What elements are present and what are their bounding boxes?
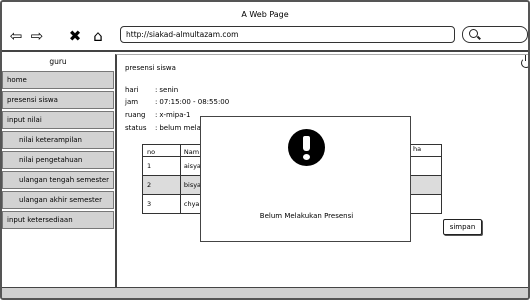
info-label: jam: [125, 98, 139, 106]
info-value: senin: [159, 86, 179, 94]
browser-toolbar: A Web Page ⇦ ⇨ ✖ ⌂ http://siakad-almulta…: [2, 2, 528, 52]
home-icon[interactable]: ⌂: [90, 28, 106, 43]
sidebar-item-input-nilai[interactable]: input nilai: [2, 111, 114, 129]
window-title: A Web Page: [241, 10, 289, 19]
exclamation-dot: [303, 154, 310, 160]
info-separator: :: [155, 86, 158, 94]
sidebar-item-uts[interactable]: ulangan tengah semester: [2, 171, 114, 189]
alert-modal: Belum Melakukan Presensi: [200, 116, 411, 242]
sidebar-item-uas[interactable]: ulangan akhir semester: [2, 191, 114, 209]
cell-no: 1: [143, 157, 181, 176]
info-label: hari: [125, 86, 139, 94]
sidebar-title: guru: [49, 57, 67, 66]
status-bar: [2, 287, 528, 298]
info-separator: :: [155, 111, 158, 119]
info-label: status: [125, 124, 147, 132]
sidebar-item-input-ketersediaan[interactable]: input ketersediaan: [2, 211, 114, 229]
sidebar-item-nilai-pengetahuan[interactable]: nilai pengetahuan: [2, 151, 114, 169]
col-header-presensi: ha: [413, 145, 422, 153]
arrow-left-icon[interactable]: ⇦: [8, 28, 24, 43]
exclamation-bar: [303, 136, 310, 151]
exclamation-icon: [288, 129, 325, 166]
x-icon[interactable]: ✖: [68, 28, 82, 43]
save-button[interactable]: simpan: [443, 219, 482, 235]
info-separator: :: [155, 98, 158, 106]
sidebar-item-presensi-siswa[interactable]: presensi siswa: [2, 91, 114, 109]
info-separator: :: [155, 124, 158, 132]
page-title: presensi siswa: [125, 64, 176, 72]
col-header-no: no: [143, 145, 181, 157]
info-label: ruang: [125, 111, 146, 119]
cell-no: 2: [143, 176, 181, 195]
info-value: x-mipa-1: [159, 111, 191, 119]
sidebar-item-home[interactable]: home: [2, 71, 114, 89]
search-box[interactable]: [462, 26, 528, 43]
search-icon: [469, 29, 478, 38]
info-row-hari: hari : senin: [125, 86, 178, 94]
arrow-right-icon[interactable]: ⇨: [29, 28, 45, 43]
cell-no: 3: [143, 195, 181, 214]
sidebar-item-nilai-keterampilan[interactable]: nilai keterampilan: [2, 131, 114, 149]
info-row-ruang: ruang : x-mipa-1: [125, 111, 191, 119]
sidebar: guru home presensi siswa input nilai nil…: [2, 54, 114, 284]
power-icon[interactable]: [521, 55, 528, 68]
url-bar[interactable]: http://siakad-almultazam.com: [120, 26, 455, 43]
info-row-jam: jam : 07:15:00 - 08:55:00: [125, 98, 229, 106]
browser-window: A Web Page ⇦ ⇨ ✖ ⌂ http://siakad-almulta…: [0, 0, 530, 300]
info-value: 07:15:00 - 08:55:00: [159, 98, 230, 106]
modal-message: Belum Melakukan Presensi: [259, 212, 354, 220]
